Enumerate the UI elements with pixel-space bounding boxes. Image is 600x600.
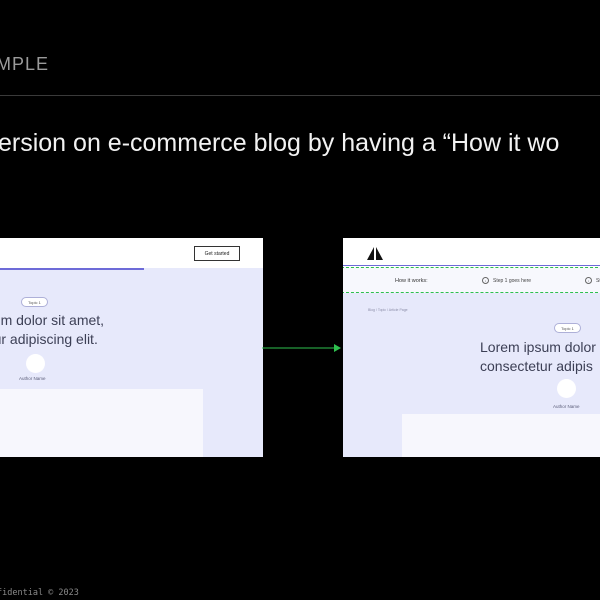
breadcrumb[interactable]: Blog / Topic / Article Page: [368, 308, 408, 312]
after-topic-tag: Topic 1: [554, 323, 581, 333]
step-2-item[interactable]: i St: [585, 277, 600, 284]
before-progress-bar: [0, 268, 144, 270]
info-icon: i: [585, 277, 592, 284]
confidential-footer: fidential © 2023: [0, 588, 79, 598]
before-author-name: Author Name: [19, 376, 46, 381]
get-started-button[interactable]: Get started: [194, 246, 240, 261]
after-nav-divider: [343, 265, 600, 266]
step-1-item[interactable]: i Step 1 goes here: [482, 277, 531, 284]
before-topic-tag: Topic 1: [21, 297, 48, 307]
how-it-works-label: How it works:: [395, 278, 428, 284]
after-mockup: How it works: i Step 1 goes here i St Bl…: [343, 238, 600, 457]
brand-logo-icon[interactable]: [367, 247, 385, 260]
slide-headline: ersion on e-commerce blog by having a “H…: [0, 129, 560, 157]
step-1-label: Step 1 goes here: [493, 277, 532, 284]
after-content-card: [402, 414, 600, 457]
slide-eyebrow: MPLE: [0, 54, 50, 74]
before-author-avatar: [26, 354, 45, 373]
divider: [0, 95, 600, 96]
before-mockup: Get started Topic 1 psum dolor sit amet,…: [0, 238, 263, 457]
how-it-works-bar: [343, 267, 600, 293]
before-article-heading: psum dolor sit amet, tetur adipiscing el…: [0, 312, 105, 347]
info-icon: i: [482, 277, 489, 284]
step-2-label: St: [596, 277, 600, 284]
after-author-name: Author Name: [553, 404, 580, 409]
arrow-right-icon: [262, 344, 341, 352]
after-author-avatar: [557, 379, 576, 398]
before-content-card: [0, 389, 203, 457]
after-article-heading: Lorem ipsum dolor consectetur adipis: [480, 339, 596, 374]
